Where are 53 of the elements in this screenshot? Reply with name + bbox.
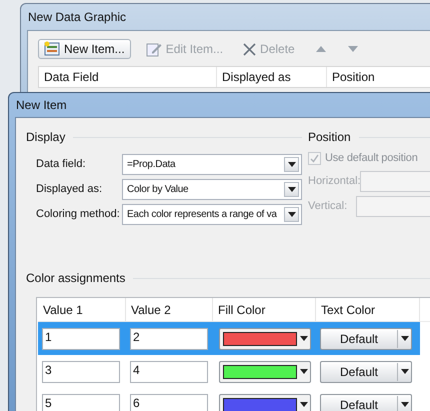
- dropdown-caret-icon: [300, 369, 308, 374]
- check-icon: [310, 154, 319, 163]
- field-label: Coloring method:: [36, 207, 121, 222]
- dropdown-caret-icon: [400, 369, 408, 374]
- dropdown-field[interactable]: Each color represents a range of va: [122, 204, 302, 225]
- down-arrow-icon: [348, 46, 358, 52]
- delete-icon: [243, 42, 256, 56]
- color-picker[interactable]: [219, 360, 311, 382]
- field-label: Vertical:: [308, 198, 348, 214]
- toolbar-button[interactable]: New Item...: [38, 39, 131, 59]
- dialog-title: New Item: [15, 97, 68, 114]
- column-header[interactable]: Fill Color: [213, 298, 316, 321]
- column-header[interactable]: Value 1: [38, 298, 126, 321]
- color-picker[interactable]: [219, 328, 311, 350]
- dropdown-field[interactable]: =Prop.Data: [122, 154, 302, 175]
- dropdown-button[interactable]: Default: [320, 394, 412, 411]
- section-heading: Display: [26, 129, 66, 146]
- checkbox-label: Use default position: [325, 151, 418, 166]
- section-heading: Position: [308, 129, 351, 146]
- input-field[interactable]: 3: [42, 360, 120, 382]
- field-label: Displayed as:: [36, 182, 104, 198]
- dropdown-caret-icon: [288, 162, 296, 167]
- dropdown-caret-icon: [400, 402, 408, 407]
- input-field[interactable]: 2: [130, 328, 208, 350]
- new-item-icon: [44, 41, 60, 57]
- column-header[interactable]: Position: [327, 67, 430, 87]
- dropdown-button[interactable]: Default: [320, 328, 412, 350]
- dropdown-button[interactable]: [284, 157, 299, 172]
- dropdown-field[interactable]: Color by Value: [122, 179, 302, 200]
- dropdown-caret-icon: [300, 402, 308, 407]
- dropdown-caret-icon: [288, 212, 296, 217]
- input-field[interactable]: 5: [42, 394, 120, 411]
- column-header[interactable]: Text Color: [316, 298, 420, 321]
- dropdown-button[interactable]: [284, 207, 299, 222]
- dropdown-caret-icon: [400, 336, 408, 341]
- dropdown-button[interactable]: [284, 182, 299, 197]
- input-field[interactable]: 4: [130, 360, 208, 382]
- up-arrow-icon: [316, 46, 326, 52]
- edit-icon: [146, 41, 162, 57]
- field-label: Data field:: [36, 157, 87, 172]
- window-title: New Data Graphic: [27, 9, 128, 26]
- section-heading: Color assignments: [26, 270, 126, 287]
- column-header[interactable]: Data Field: [39, 67, 217, 87]
- field-label: Horizontal:: [308, 174, 360, 189]
- column-header[interactable]: Value 2: [126, 298, 213, 321]
- dropdown-button[interactable]: Default: [320, 360, 412, 382]
- table-row[interactable]: 1 2 Default: [38, 322, 420, 355]
- input-field[interactable]: 6: [130, 394, 208, 411]
- dropdown-caret-icon: [300, 336, 308, 341]
- dropdown-caret-icon: [288, 187, 296, 192]
- input-field[interactable]: 1: [42, 328, 120, 350]
- column-header[interactable]: Displayed as: [217, 67, 327, 87]
- color-picker[interactable]: [219, 394, 311, 411]
